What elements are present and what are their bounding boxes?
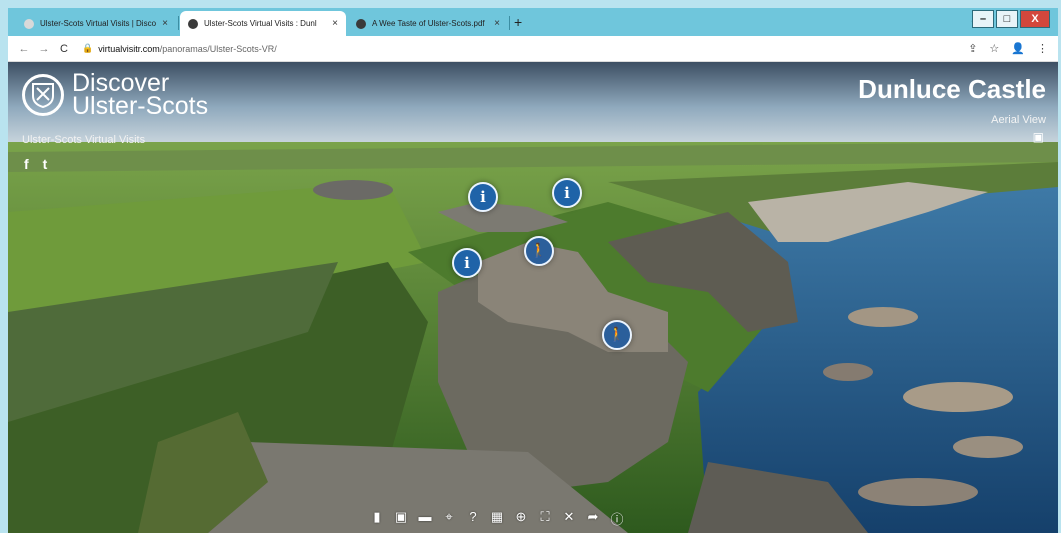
panorama-viewer[interactable]: Discover Ulster-Scots Ulster-Scots Virtu… — [8, 62, 1058, 533]
tab-close-icon[interactable]: × — [494, 18, 500, 29]
new-tab-button[interactable]: + — [514, 14, 522, 30]
brand-line-2: Ulster-Scots — [72, 92, 209, 120]
forward-icon[interactable]: → — [34, 43, 54, 55]
place-subtitle: Aerial View — [991, 114, 1046, 126]
share-page-icon[interactable]: ⇪ — [968, 42, 977, 55]
grid-icon[interactable]: ▦ — [490, 509, 504, 528]
browser-toolbar: ← → C 🔒 virtualvisitr.com /panoramas/Uls… — [8, 36, 1058, 62]
fullscreen-icon[interactable]: ⛶ — [538, 509, 552, 528]
globe-icon — [188, 18, 198, 29]
close-window-button[interactable]: X — [1020, 10, 1050, 28]
viewer-controls: ▮ ▣ ▬ ⌖ ? ▦ ⊕ ⛶ ✕ ➦ ⓘ — [370, 509, 624, 528]
info-hotspot[interactable]: i — [552, 178, 582, 208]
tab-1[interactable]: Ulster-Scots Virtual Visits | Disco × — [16, 11, 176, 36]
browser-menu-icon[interactable]: ⋮ — [1037, 42, 1048, 55]
tab-3[interactable]: A Wee Taste of Ulster-Scots.pdf × — [348, 11, 508, 36]
info-hotspot[interactable]: i — [452, 248, 482, 278]
share-icon[interactable]: ➦ — [586, 509, 600, 528]
address-bar[interactable]: 🔒 virtualvisitr.com /panoramas/Ulster-Sc… — [82, 43, 277, 54]
back-icon[interactable]: ← — [14, 43, 34, 55]
profile-icon[interactable]: 👤 — [1011, 42, 1025, 55]
tab-title: A Wee Taste of Ulster-Scots.pdf — [372, 19, 485, 28]
reload-icon[interactable]: C — [54, 43, 74, 55]
thumbnail-icon[interactable]: ▣ — [1033, 130, 1044, 144]
tab-title: Ulster-Scots Virtual Visits : Dunl — [204, 19, 317, 28]
map-icon[interactable]: ▮ — [370, 509, 384, 528]
globe-icon — [24, 18, 34, 29]
twitter-icon[interactable]: t — [43, 156, 48, 172]
place-title: Dunluce Castle — [858, 74, 1046, 104]
location-icon[interactable]: ⌖ — [442, 509, 456, 528]
crest-icon — [32, 83, 54, 108]
lock-icon[interactable]: 🔒 — [82, 43, 93, 54]
discover-ulster-scots-logo[interactable]: Discover Ulster-Scots — [22, 71, 209, 120]
tab-strip: Ulster-Scots Virtual Visits | Disco × Ul… — [8, 8, 1058, 36]
maximize-button[interactable]: □ — [996, 10, 1018, 28]
facebook-icon[interactable]: f — [24, 156, 29, 172]
toolbar-actions: ⇪ ☆ 👤 ⋮ — [968, 42, 1048, 55]
tab-close-icon[interactable]: × — [162, 18, 168, 29]
tab-2[interactable]: Ulster-Scots Virtual Visits : Dunl × — [180, 11, 346, 36]
rotate-icon[interactable]: ⊕ — [514, 509, 528, 528]
info-hotspot[interactable]: i — [468, 182, 498, 212]
photo-icon[interactable]: ▣ — [394, 509, 408, 528]
minimize-button[interactable]: – — [972, 10, 994, 28]
tab-divider — [178, 16, 179, 30]
aerial-panorama-image — [8, 62, 1058, 533]
globe-icon — [356, 18, 366, 29]
window-controls: – □ X — [970, 10, 1050, 28]
url-path: /panoramas/Ulster-Scots-VR/ — [159, 43, 277, 54]
vr-icon[interactable]: ▬ — [418, 509, 432, 528]
info-icon[interactable]: ⓘ — [610, 509, 624, 528]
social-links: f t — [24, 156, 47, 172]
tab-title: Ulster-Scots Virtual Visits | Disco — [40, 19, 157, 28]
tab-divider — [509, 16, 510, 30]
walk-hotspot-icon[interactable]: 🚶 — [524, 236, 554, 266]
bookmark-star-icon[interactable]: ☆ — [989, 42, 999, 55]
sound-off-icon[interactable]: ✕ — [562, 509, 576, 528]
walk-hotspot-icon[interactable]: 🚶 — [602, 320, 632, 350]
help-icon[interactable]: ? — [466, 509, 480, 528]
url-host: virtualvisitr.com — [98, 43, 160, 54]
browser-window: Ulster-Scots Virtual Visits | Disco × Ul… — [8, 8, 1058, 533]
shield-icon — [22, 74, 64, 116]
tagline: Ulster-Scots Virtual Visits — [22, 134, 146, 146]
brand-name: Discover Ulster-Scots — [72, 71, 209, 120]
tab-close-icon[interactable]: × — [332, 18, 338, 29]
